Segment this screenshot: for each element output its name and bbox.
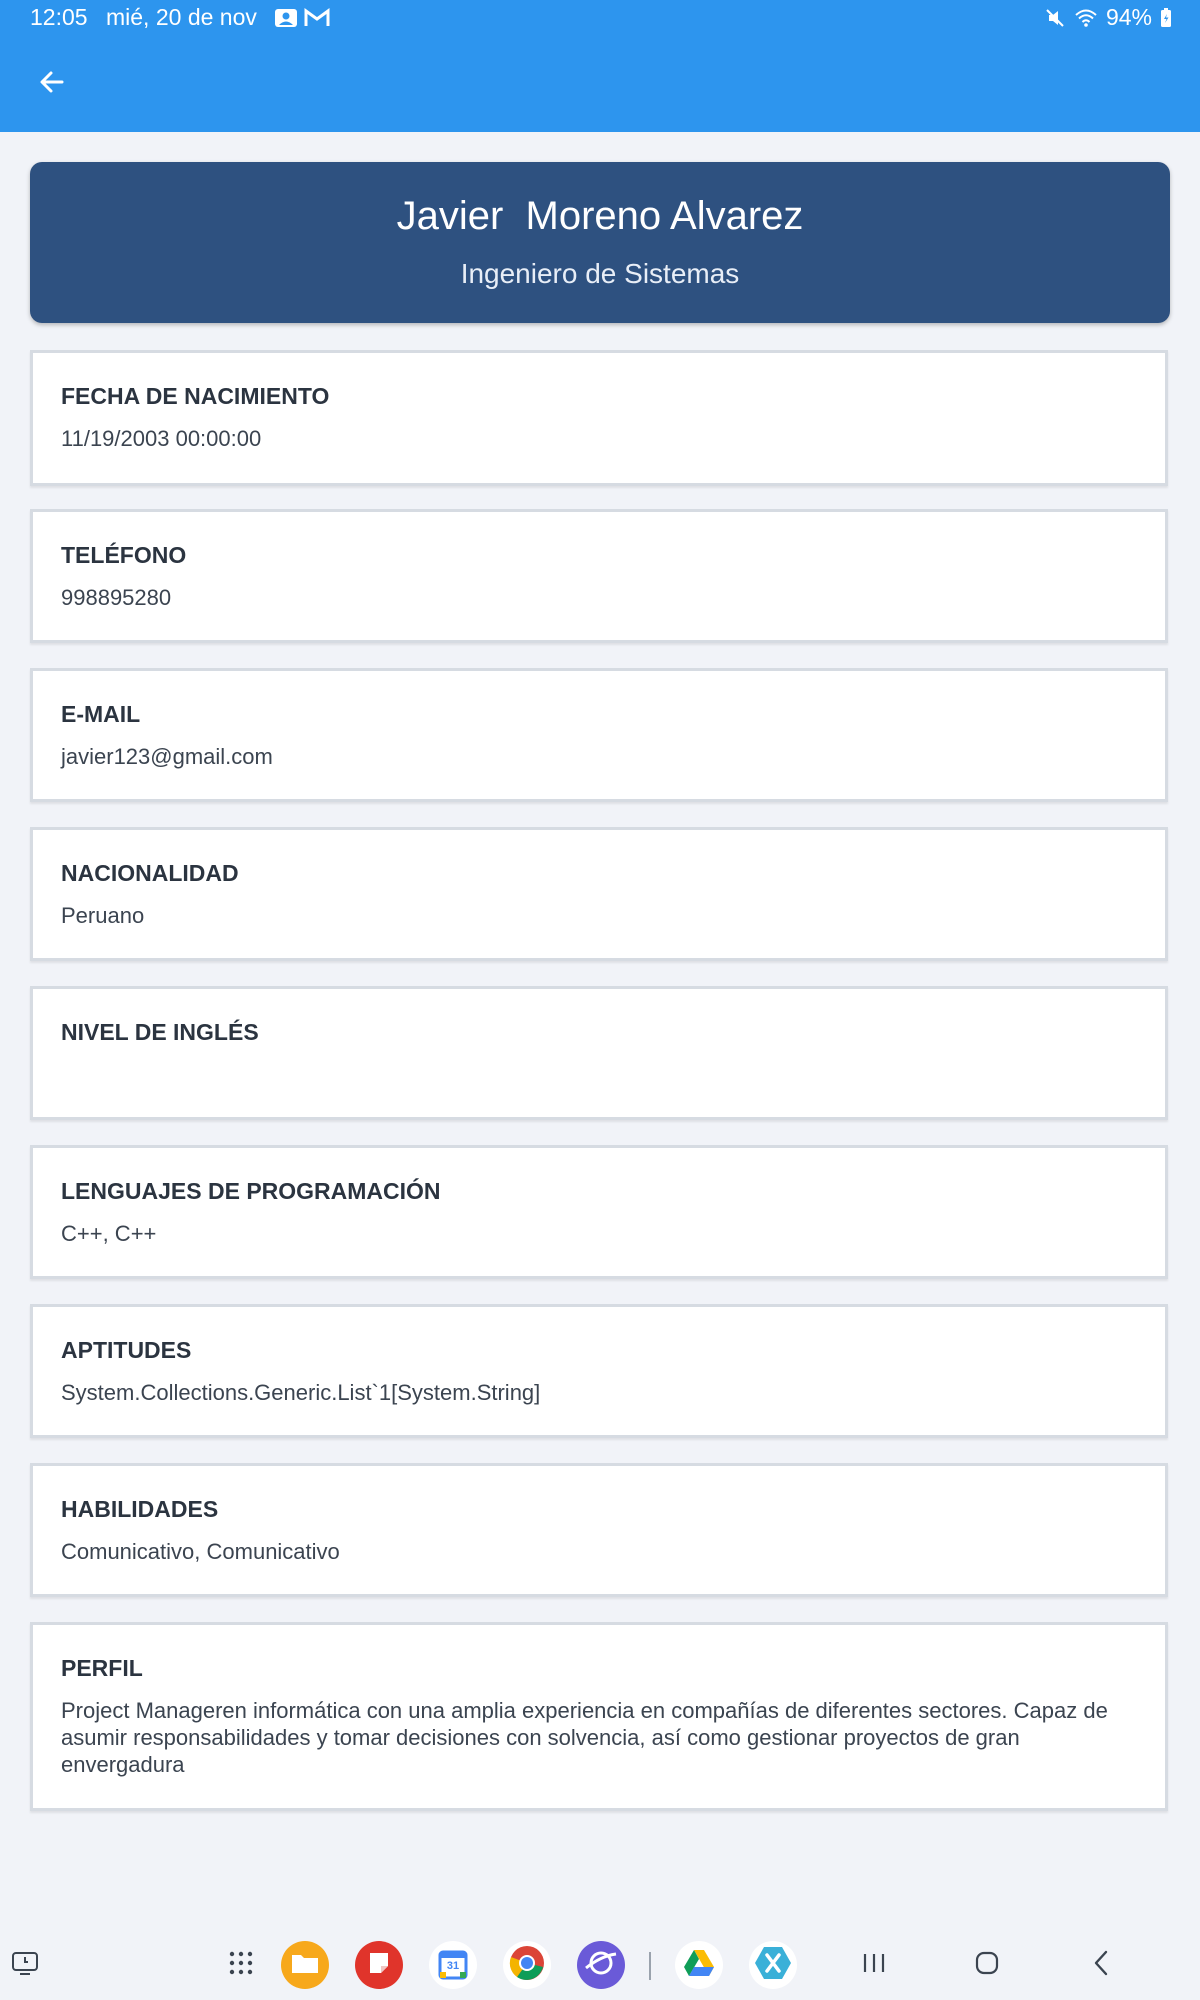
battery-icon [1160, 7, 1172, 28]
gmail-notification-icon [304, 8, 330, 28]
home-icon [974, 1950, 1000, 1981]
mute-icon [1044, 7, 1066, 29]
card-value: 11/19/2003 00:00:00 [61, 426, 262, 451]
card-label: PERFIL [61, 1655, 143, 1681]
notes-app-button[interactable] [355, 1941, 403, 1989]
files-app-button[interactable] [281, 1941, 329, 1989]
card-nationality: NACIONALIDAD Peruano [30, 827, 1168, 961]
card-label: APTITUDES [61, 1337, 192, 1363]
internet-app-button[interactable] [577, 1941, 625, 1989]
card-value: Project Manageren informática con una am… [61, 1698, 1108, 1777]
calendar-app-button[interactable]: 31 [429, 1941, 477, 1989]
card-english-level: NIVEL DE INGLÉS [30, 986, 1168, 1120]
card-label: TELÉFONO [61, 542, 187, 568]
recent-apps-icon [861, 1951, 887, 1980]
card-phone: TELÉFONO 998895280 [30, 509, 1168, 643]
card-value: System.Collections.Generic.List`1[System… [61, 1380, 541, 1405]
status-time: 12:05 [30, 4, 88, 30]
notification-icons [274, 8, 330, 28]
gallery-notification-icon [274, 8, 298, 28]
status-bar: 12:05 mié, 20 de nov 94% [0, 0, 1200, 36]
card-label: LENGUAJES DE PROGRAMACIÓN [61, 1178, 441, 1204]
card-value: javier123@gmail.com [61, 744, 273, 769]
profile-header-card: Javier Moreno Alvarez Ingeniero de Siste… [30, 162, 1170, 323]
app-drawer-button[interactable] [217, 1941, 265, 1989]
recent-apps-button[interactable] [859, 1948, 889, 1982]
calendar-day-label: 31 [446, 1960, 460, 1972]
card-programming-languages: LENGUAJES DE PROGRAMACIÓN C++, C++ [30, 1145, 1168, 1279]
card-profile: PERFIL Project Manageren informática con… [30, 1622, 1168, 1811]
back-nav-button[interactable] [1084, 1948, 1118, 1982]
chrome-icon [509, 1945, 545, 1986]
arrow-left-icon [38, 68, 66, 101]
card-label: NIVEL DE INGLÉS [61, 1019, 259, 1045]
calendar-icon: 31 [438, 1950, 468, 1980]
card-value: 998895280 [61, 585, 172, 610]
back-button[interactable] [30, 62, 74, 106]
status-right: 94% [1044, 4, 1172, 31]
battery-percent: 94% [1105, 4, 1152, 30]
status-date: mié, 20 de nov [106, 4, 257, 30]
app-drawer-icon [227, 1949, 255, 1982]
xamarin-app-button[interactable] [749, 1941, 797, 1989]
card-label: FECHA DE NACIMIENTO [61, 383, 330, 409]
card-birth-date: FECHA DE NACIMIENTO 11/19/2003 00:00:00 [30, 350, 1168, 486]
chrome-app-button[interactable] [503, 1941, 551, 1989]
drive-app-button[interactable] [675, 1941, 723, 1989]
card-skills: HABILIDADES Comunicativo, Comunicativo [30, 1463, 1168, 1597]
notes-icon [366, 1950, 392, 1981]
card-label: E-MAIL [61, 701, 141, 727]
profile-name: Javier Moreno Alvarez [396, 194, 804, 238]
files-icon [290, 1951, 320, 1980]
card-value: Comunicativo, Comunicativo [61, 1539, 340, 1564]
home-button[interactable] [970, 1948, 1004, 1982]
wifi-icon [1074, 8, 1098, 28]
card-label: NACIONALIDAD [61, 860, 239, 886]
internet-icon [584, 1948, 618, 1983]
chevron-left-icon [1091, 1949, 1111, 1982]
card-value: Peruano [61, 903, 145, 928]
card-label: HABILIDADES [61, 1496, 219, 1522]
app-bar [0, 36, 1200, 132]
screen-capture-button[interactable] [10, 1950, 40, 1980]
card-value: C++, C++ [61, 1221, 157, 1246]
card-email: E-MAIL javier123@gmail.com [30, 668, 1168, 802]
drive-icon [682, 1948, 716, 1983]
profile-title: Ingeniero de Sistemas [460, 258, 740, 289]
xamarin-icon [754, 1945, 792, 1986]
card-aptitudes: APTITUDES System.Collections.Generic.Lis… [30, 1304, 1168, 1438]
screen-capture-icon [11, 1950, 39, 1981]
taskbar-divider [649, 1952, 651, 1980]
